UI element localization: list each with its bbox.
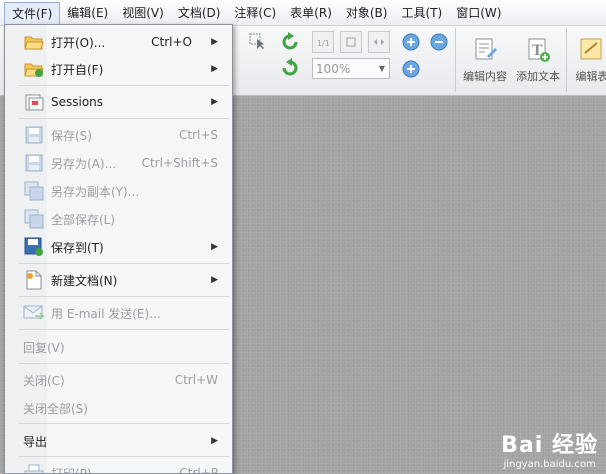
add-text-label: 添加文本 [516, 70, 560, 83]
zoom-value: 100% [316, 61, 351, 76]
save-label: 保存(S) [51, 128, 92, 143]
menu-item-sessions[interactable]: Sessions ▶ [5, 89, 232, 115]
actual-size-icon[interactable]: 1/1 [312, 31, 334, 53]
menu-separator [19, 423, 229, 424]
menu-tools[interactable]: 工具(T) [394, 2, 449, 24]
edit-content-button[interactable]: 编辑内容 [460, 28, 510, 92]
menu-item-save-all[interactable]: 全部保存(L) [5, 206, 232, 232]
menu-item-email[interactable]: 用 E-mail 发送(E)... [5, 300, 232, 326]
save-as-shortcut: Ctrl+Shift+S [141, 156, 218, 170]
menu-separator [19, 263, 229, 264]
menu-form[interactable]: 表单(R) [283, 2, 339, 24]
menu-item-open[interactable]: 打开(O)... Ctrl+O ▶ [5, 29, 232, 55]
menu-file[interactable]: 文件(F) [4, 1, 61, 26]
save-shortcut: Ctrl+S [178, 128, 218, 142]
add-text-icon: T [528, 38, 550, 62]
menu-item-export[interactable]: 导出 ▶ [5, 428, 232, 454]
email-icon [23, 302, 45, 324]
menu-item-save-as[interactable]: 另存为(A)... Ctrl+Shift+S [5, 150, 232, 176]
folder-open-from-icon [23, 58, 45, 80]
open-shortcut: Ctrl+O [151, 35, 192, 49]
submenu-arrow-icon: ▶ [211, 242, 218, 252]
menu-separator [19, 118, 229, 119]
sessions-label: Sessions [51, 95, 104, 109]
menu-item-revert[interactable]: 回复(V) [5, 334, 232, 360]
menu-item-new-document[interactable]: 新建文档(N) ▶ [5, 267, 232, 293]
revert-label: 回复(V) [23, 340, 65, 355]
open-from-label: 打开自(F) [51, 62, 104, 77]
add-text-button[interactable]: T 添加文本 [512, 28, 564, 92]
save-copy-icon [23, 180, 45, 202]
menu-window[interactable]: 窗口(W) [449, 2, 508, 24]
save-all-icon [23, 208, 45, 230]
submenu-arrow-icon: ▶ [211, 436, 218, 446]
file-menu-dropdown: 打开(O)... Ctrl+O ▶ 打开自(F) ▶ Sessions ▶ 保存… [4, 24, 233, 474]
save-to-icon [23, 236, 45, 258]
fit-width-icon[interactable] [368, 31, 390, 53]
menu-item-close-all[interactable]: 关闭全部(S) [5, 395, 232, 421]
edit-form-label: 编辑表 [575, 70, 606, 83]
menu-separator [19, 329, 229, 330]
menu-view[interactable]: 视图(V) [115, 2, 171, 24]
menu-bar: 文件(F) 编辑(E) 视图(V) 文档(D) 注释(C) 表单(R) 对象(B… [0, 0, 606, 26]
toolbar-divider [455, 28, 456, 92]
select-tool-icon[interactable] [246, 30, 268, 52]
menu-edit[interactable]: 编辑(E) [60, 2, 115, 24]
watermark-url: jingyan.baidu.com [503, 459, 596, 470]
save-copy-label: 另存为副本(Y)... [51, 184, 140, 199]
email-label: 用 E-mail 发送(E)... [51, 306, 161, 321]
menu-item-print[interactable]: 打印(P) Ctrl+P [5, 460, 232, 474]
print-label: 打印(P) [51, 466, 92, 474]
menu-document[interactable]: 文档(D) [171, 2, 228, 24]
watermark-logo: Bai 经验 [501, 433, 598, 458]
menu-comment[interactable]: 注释(C) [227, 2, 283, 24]
close-all-label: 关闭全部(S) [23, 401, 88, 416]
save-icon [23, 124, 45, 146]
rotate-cw-icon[interactable] [278, 56, 302, 80]
save-to-label: 保存到(T) [51, 240, 104, 255]
new-document-label: 新建文档(N) [51, 273, 118, 288]
menu-separator [19, 296, 229, 297]
svg-text:1/1: 1/1 [317, 39, 330, 48]
zoom-out-icon[interactable] [428, 31, 450, 53]
submenu-arrow-icon: ▶ [211, 275, 218, 285]
menu-separator [19, 456, 229, 457]
folder-open-icon [23, 31, 45, 53]
print-shortcut: Ctrl+P [179, 466, 218, 474]
fit-page-icon[interactable] [340, 31, 362, 53]
menu-separator [19, 363, 229, 364]
menu-item-save-to[interactable]: 保存到(T) ▶ [5, 234, 232, 260]
printer-icon [23, 462, 45, 473]
close-shortcut: Ctrl+W [174, 373, 218, 387]
submenu-arrow-icon: ▶ [211, 64, 218, 74]
save-as-icon [23, 152, 45, 174]
close-label: 关闭(C) [23, 373, 65, 388]
chevron-down-icon: ▼ [378, 64, 385, 73]
menu-separator [19, 85, 229, 86]
menu-item-open-from[interactable]: 打开自(F) ▶ [5, 56, 232, 82]
edit-content-icon [475, 38, 497, 60]
zoom-select[interactable]: 100% ▼ [312, 58, 390, 79]
toolbar-divider [566, 28, 567, 92]
edit-form-button[interactable]: 编辑表 [568, 28, 606, 92]
zoom-tool-icon[interactable] [400, 58, 422, 80]
zoom-in-icon[interactable] [400, 31, 422, 53]
edit-form-icon [580, 38, 602, 60]
save-as-label: 另存为(A)... [51, 156, 117, 171]
save-all-label: 全部保存(L) [51, 212, 116, 227]
sessions-icon [23, 91, 45, 113]
watermark: Bai 经验 jingyan.baidu.com [501, 427, 598, 470]
rotate-ccw-icon[interactable] [278, 30, 302, 54]
submenu-arrow-icon: ▶ [211, 37, 218, 47]
submenu-arrow-icon: ▶ [211, 97, 218, 107]
export-label: 导出 [23, 434, 48, 449]
menu-item-close[interactable]: 关闭(C) Ctrl+W [5, 367, 232, 393]
edit-content-label: 编辑内容 [463, 70, 507, 83]
menu-object[interactable]: 对象(B) [339, 2, 395, 24]
menu-item-save[interactable]: 保存(S) Ctrl+S [5, 122, 232, 148]
menu-item-save-copy[interactable]: 另存为副本(Y)... [5, 178, 232, 204]
open-label: 打开(O)... [51, 35, 106, 50]
new-document-icon [23, 269, 45, 291]
